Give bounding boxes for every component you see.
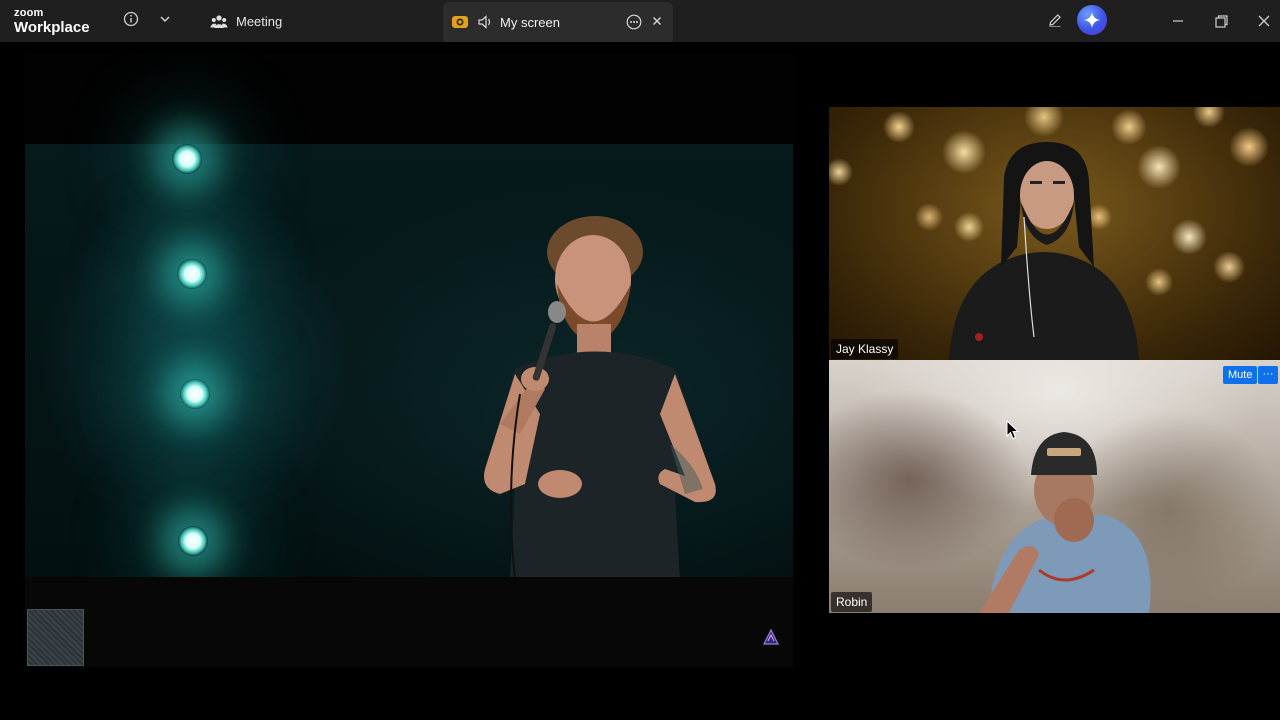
stage-light bbox=[178, 526, 208, 556]
ai-companion-button[interactable] bbox=[1077, 5, 1107, 35]
app-logo: zoom Workplace bbox=[14, 7, 90, 36]
logo-top-text: zoom bbox=[14, 7, 44, 19]
meeting-icon bbox=[210, 15, 228, 28]
close-tab-icon[interactable] bbox=[649, 13, 665, 29]
pencil-icon[interactable] bbox=[1045, 10, 1065, 30]
restore-icon[interactable] bbox=[1211, 11, 1231, 31]
tab-meeting[interactable]: Meeting bbox=[200, 6, 292, 36]
speaker-icon bbox=[477, 14, 493, 30]
participant-tile[interactable]: Mute ··· Robin bbox=[829, 360, 1280, 613]
stage-light bbox=[177, 259, 207, 289]
letterbox-bottom bbox=[25, 577, 793, 667]
minimize-icon[interactable] bbox=[1168, 11, 1188, 31]
title-bar: zoom Workplace Meeting My screen bbox=[0, 0, 1280, 42]
mouse-cursor-icon bbox=[1006, 420, 1020, 440]
tab-my-screen[interactable]: My screen bbox=[443, 2, 673, 42]
participant-more-button[interactable]: ··· bbox=[1258, 366, 1278, 384]
participant-name-label: Jay Klassy bbox=[831, 339, 899, 359]
tab-meeting-label: Meeting bbox=[236, 13, 283, 29]
close-icon[interactable] bbox=[1254, 11, 1274, 31]
participant-name-label: Robin bbox=[831, 592, 873, 612]
shared-screen[interactable] bbox=[25, 53, 793, 667]
participant-tile[interactable]: Jay Klassy bbox=[829, 107, 1280, 360]
participant-video bbox=[949, 142, 1139, 360]
meeting-stage: Jay Klassy Mute ··· Robin bbox=[0, 42, 1280, 720]
tab-my-screen-label: My screen bbox=[500, 14, 560, 30]
shared-video-frame bbox=[25, 144, 793, 579]
share-annotation-icon[interactable] bbox=[762, 628, 782, 649]
stage-light bbox=[172, 144, 202, 174]
more-options-icon[interactable] bbox=[625, 13, 643, 31]
sparkle-icon bbox=[1084, 12, 1100, 28]
mute-button[interactable]: Mute bbox=[1223, 366, 1258, 384]
letterbox-top bbox=[25, 53, 793, 144]
participant-video bbox=[979, 432, 1151, 613]
chevron-down-icon[interactable] bbox=[157, 11, 173, 27]
stage-light bbox=[180, 379, 210, 409]
video-thumbnail[interactable] bbox=[27, 609, 84, 666]
info-icon[interactable] bbox=[122, 10, 140, 28]
recording-icon bbox=[451, 13, 469, 31]
comedian-figure bbox=[484, 216, 716, 579]
logo-bottom-text: Workplace bbox=[14, 19, 90, 36]
